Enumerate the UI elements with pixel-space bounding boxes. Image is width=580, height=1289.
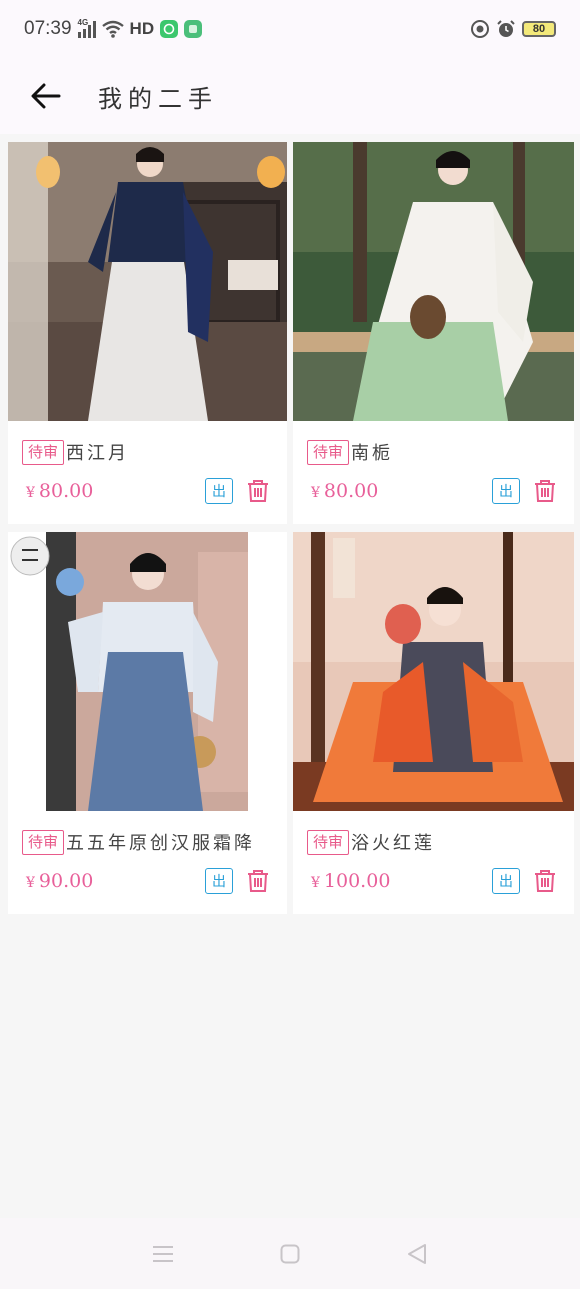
arrow-left-icon: [31, 83, 61, 109]
trash-icon: [248, 480, 268, 502]
product-image[interactable]: [293, 142, 574, 421]
price-value: 90.00: [38, 870, 94, 892]
status-right: 80: [470, 19, 556, 39]
app-header: 我的二手: [0, 58, 580, 134]
product-name: 五五年原创汉服霜降: [66, 833, 256, 854]
pending-review-tag: 待审: [22, 829, 65, 855]
product-card[interactable]: 待审 浴火红莲 ¥100.00 出: [293, 532, 574, 914]
currency-symbol: ¥: [311, 875, 320, 891]
card-title-row: 待审 南栀: [293, 437, 574, 467]
delete-button[interactable]: [532, 478, 558, 504]
card-bottom-row: ¥80.00 出: [8, 473, 287, 509]
status-bar: 07:39 4G HD 80: [0, 0, 580, 58]
pending-review-tag: 待审: [307, 829, 350, 855]
product-name: 南栀: [351, 443, 394, 464]
product-price: ¥100.00: [311, 870, 390, 892]
hd-label: HD: [129, 19, 155, 38]
mark-sold-button[interactable]: 出: [492, 478, 520, 504]
product-name: 西江月: [66, 443, 130, 464]
card-actions: 出: [492, 868, 558, 894]
home-button[interactable]: [270, 1234, 310, 1274]
back-button[interactable]: [16, 66, 76, 126]
network-label: 4G: [77, 18, 89, 27]
delete-button[interactable]: [245, 478, 271, 504]
card-actions: 出: [205, 868, 271, 894]
screen-record-icon: [471, 20, 489, 38]
price-value: 80.00: [38, 480, 94, 502]
card-bottom-row: ¥90.00 出: [8, 863, 287, 899]
product-card[interactable]: 待审 南栀 ¥80.00 出: [293, 142, 574, 524]
wifi-icon: [101, 20, 124, 38]
card-title-row: 待审 西江月: [8, 437, 287, 467]
product-image[interactable]: [293, 532, 574, 811]
page-title: 我的二手: [98, 84, 218, 113]
chat-app-icon: [160, 20, 179, 38]
mark-sold-button[interactable]: 出: [205, 478, 233, 504]
back-nav-button[interactable]: [397, 1234, 437, 1274]
card-title-row: 待审 浴火红莲: [293, 827, 574, 857]
card-actions: 出: [492, 478, 558, 504]
pending-review-tag: 待审: [22, 439, 65, 465]
product-price: ¥80.00: [311, 480, 378, 502]
product-image[interactable]: [8, 532, 287, 811]
currency-symbol: ¥: [26, 485, 35, 501]
system-nav-bar: [0, 1218, 580, 1289]
square-icon: [280, 1244, 300, 1263]
currency-symbol: ¥: [26, 875, 35, 891]
product-card[interactable]: 待审 西江月 ¥80.00 出: [8, 142, 287, 524]
app-notification-icon: [184, 20, 203, 38]
status-time: 07:39: [24, 18, 72, 39]
menu-icon: [153, 1245, 174, 1262]
product-image[interactable]: [8, 142, 287, 421]
triangle-back-icon: [407, 1243, 426, 1264]
card-bottom-row: ¥100.00 出: [293, 863, 574, 899]
product-name: 浴火红莲: [351, 833, 436, 854]
product-card[interactable]: 待审 五五年原创汉服霜降 ¥90.00 出: [8, 532, 287, 914]
delete-button[interactable]: [245, 868, 271, 894]
recent-apps-button[interactable]: [143, 1234, 183, 1274]
card-bottom-row: ¥80.00 出: [293, 473, 574, 509]
product-price: ¥80.00: [26, 480, 93, 502]
price-value: 80.00: [323, 480, 379, 502]
currency-symbol: ¥: [311, 485, 320, 501]
status-left: 07:39 4G HD: [24, 18, 203, 40]
battery-indicator: 80: [522, 21, 556, 37]
delete-button[interactable]: [532, 868, 558, 894]
pending-review-tag: 待审: [307, 439, 350, 465]
alarm-icon: [497, 20, 515, 37]
trash-icon: [535, 480, 555, 502]
trash-icon: [248, 870, 268, 892]
product-price: ¥90.00: [26, 870, 93, 892]
price-value: 100.00: [323, 870, 391, 892]
product-grid: 待审 西江月 ¥80.00 出 待审 南栀 ¥ 80.00 出 待审 五五年原创…: [8, 142, 574, 914]
card-title-row: 待审 五五年原创汉服霜降: [8, 827, 287, 857]
trash-icon: [535, 870, 555, 892]
signal-icon: 4G: [77, 18, 96, 38]
mark-sold-button[interactable]: 出: [492, 868, 520, 894]
mark-sold-button[interactable]: 出: [205, 868, 233, 894]
card-actions: 出: [205, 478, 271, 504]
